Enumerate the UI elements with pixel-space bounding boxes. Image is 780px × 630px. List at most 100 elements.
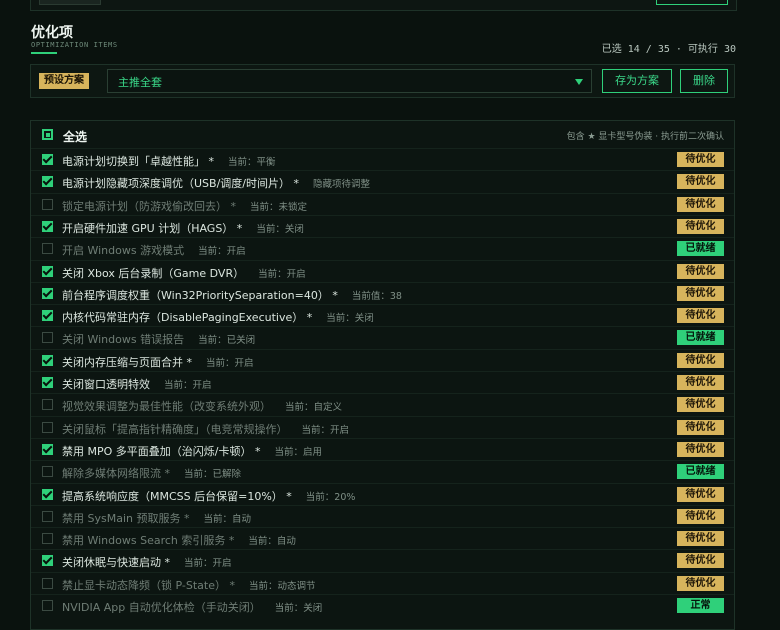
select-all-checkbox[interactable]	[42, 129, 53, 140]
item-label: 禁止显卡动态降频（锁 P-State） * 当前：动态调节	[62, 577, 316, 593]
list-item[interactable]: 禁用 MPO 多平面叠加（治闪烁/卡顿） * 当前：启用 待优化	[31, 437, 734, 461]
item-checkbox[interactable]	[42, 399, 53, 411]
item-checkbox[interactable]	[42, 198, 53, 210]
preset-label: 预设方案	[39, 73, 89, 89]
item-current-state: 当前：启用	[274, 446, 322, 458]
item-checkbox[interactable]	[42, 220, 53, 232]
item-checkbox[interactable]	[42, 466, 53, 478]
select-all-label[interactable]: 全选	[63, 128, 87, 145]
list-item[interactable]: 开启 Windows 游戏模式 当前：开启 已就绪	[31, 237, 734, 260]
list-item[interactable]: 关闭鼠标「提高指针精确度」（电竞常规操作） 当前：开启 待优化	[31, 415, 734, 439]
item-checkbox[interactable]	[42, 577, 53, 589]
item-current-state: 当前：开启	[198, 246, 246, 258]
status-badge: 待优化	[677, 531, 724, 547]
list-item[interactable]: 解除多媒体网络限流 * 当前：已解除 已就绪	[31, 460, 734, 483]
item-current-state: 当前：平衡	[228, 157, 276, 168]
list-item[interactable]: 关闭内存压缩与页面合并 * 当前：开启 待优化	[31, 348, 734, 372]
status-badge: 待优化	[677, 441, 724, 457]
list-item[interactable]: 电源计划隐藏项深度调优（USB/调度/时间片） * 隐藏项待调整 待优化	[31, 170, 734, 193]
item-name: 关闭鼠标「提高指针精确度」（电竞常规操作）	[62, 422, 288, 436]
item-checkbox[interactable]	[42, 600, 53, 611]
item-label: 禁用 MPO 多平面叠加（治闪烁/卡顿） * 当前：启用	[62, 443, 322, 459]
item-name: 解除多媒体网络限流 *	[62, 467, 170, 481]
item-name: 提高系统响应度（MMCSS 后台保留=10%） *	[62, 489, 292, 503]
item-label: 关闭窗口透明特效 当前：开启	[62, 376, 212, 392]
item-label: 关闭内存压缩与页面合并 * 当前：开启	[62, 354, 254, 370]
list-item[interactable]: 视觉效果调整为最佳性能（改变系统外观） 当前：自定义 待优化	[31, 393, 734, 416]
item-checkbox[interactable]	[42, 354, 53, 366]
item-checkbox[interactable]	[42, 488, 53, 500]
status-badge: 待优化	[677, 419, 724, 435]
item-current-state: 当前：开启	[164, 380, 212, 391]
item-checkbox[interactable]	[42, 332, 53, 344]
item-label: 禁用 SysMain 预取服务 * 当前：自动	[62, 510, 251, 526]
item-label: 内核代码常驻内存（DisablePagingExecutive） * 当前：关闭	[62, 309, 374, 325]
list-item[interactable]: 关闭 Xbox 后台录制（Game DVR） 当前：开启 待优化	[31, 259, 734, 283]
item-checkbox[interactable]	[42, 510, 53, 522]
item-checkbox[interactable]	[42, 265, 53, 277]
item-current-state: 当前：自动	[248, 536, 296, 548]
status-badge: 待优化	[677, 218, 724, 234]
item-checkbox[interactable]	[42, 421, 53, 433]
list-item[interactable]: 关闭窗口透明特效 当前：开启 待优化	[31, 371, 734, 394]
item-label: 电源计划隐藏项深度调优（USB/调度/时间片） * 隐藏项待调整	[62, 175, 370, 191]
list-item[interactable]: 前台程序调度权重（Win32PrioritySeparation=40） * 当前…	[31, 281, 734, 305]
status-badge: 待优化	[677, 397, 724, 413]
item-name: 关闭窗口透明特效	[62, 378, 150, 391]
list-item[interactable]: 关闭 Windows 错误报告 当前：已关闭 已就绪	[31, 326, 734, 349]
list-item[interactable]: 禁止显卡动态降频（锁 P-State） * 当前：动态调节 待优化	[31, 571, 734, 595]
item-checkbox[interactable]	[42, 377, 53, 388]
item-name: 关闭 Windows 错误报告	[62, 333, 185, 347]
item-checkbox[interactable]	[42, 287, 53, 299]
item-checkbox[interactable]	[42, 443, 53, 455]
item-checkbox[interactable]	[42, 243, 53, 255]
item-name: 禁用 SysMain 预取服务 *	[62, 511, 190, 525]
save-preset-button[interactable]: 存为方案	[602, 69, 672, 93]
item-label: NVIDIA App 自动优化体检（手动关闭） 当前：关闭	[62, 599, 322, 615]
item-current-state: 当前：已关闭	[198, 335, 256, 347]
status-badge: 待优化	[677, 174, 724, 190]
item-label: 电源计划切换到「卓越性能」 * 当前：平衡	[62, 153, 276, 169]
item-checkbox[interactable]	[42, 555, 53, 567]
delete-preset-button[interactable]: 删除	[680, 69, 728, 93]
item-checkbox[interactable]	[42, 176, 53, 188]
list-item[interactable]: 提高系统响应度（MMCSS 后台保留=10%） * 当前：20% 待优化	[31, 482, 734, 506]
item-label: 开启 Windows 游戏模式 当前：开启	[62, 242, 246, 258]
status-badge: 已就绪	[677, 241, 724, 257]
status-badge: 待优化	[677, 285, 724, 301]
status-badge: 正常	[677, 598, 724, 613]
item-current-state: 当前：20%	[305, 491, 356, 503]
preset-bar: 预设方案 主推全套 存为方案 删除	[30, 64, 735, 98]
list-item[interactable]: 电源计划切换到「卓越性能」 * 当前：平衡 待优化	[31, 148, 734, 171]
previous-panel-left-control	[39, 0, 101, 5]
item-checkbox[interactable]	[42, 154, 53, 165]
preset-select[interactable]: 主推全套	[107, 69, 592, 93]
status-badge: 待优化	[677, 196, 724, 212]
list-item[interactable]: 开启硬件加速 GPU 计划（HAGS） * 当前：关闭 待优化	[31, 214, 734, 238]
list-header: 全选 包含 ★ 显卡型号伪装 · 执行前二次确认	[31, 121, 734, 151]
list-item[interactable]: 禁用 SysMain 预取服务 * 当前：自动 待优化	[31, 504, 734, 528]
status-badge: 待优化	[677, 352, 724, 368]
item-current-state: 隐藏项待调整	[313, 179, 371, 191]
list-item[interactable]: 禁用 Windows Search 索引服务 * 当前：自动 待优化	[31, 527, 734, 550]
section-title: 优化项	[31, 25, 73, 41]
list-item[interactable]: 内核代码常驻内存（DisablePagingExecutive） * 当前：关闭 待…	[31, 304, 734, 327]
item-label: 视觉效果调整为最佳性能（改变系统外观） 当前：自定义	[62, 398, 342, 414]
item-name: 关闭 Xbox 后台录制（Game DVR）	[62, 266, 245, 280]
item-current-state: 当前值：38	[351, 290, 402, 302]
item-name: 视觉效果调整为最佳性能（改变系统外观）	[62, 400, 271, 414]
previous-panel-right-button[interactable]	[656, 0, 728, 5]
item-current-state: 当前：开启	[184, 558, 232, 570]
list-item[interactable]: NVIDIA App 自动优化体检（手动关闭） 当前：关闭 正常	[31, 594, 734, 617]
preset-select-value: 主推全套	[118, 76, 162, 89]
item-label: 关闭 Xbox 后台录制（Game DVR） 当前：开启	[62, 265, 306, 281]
item-checkbox[interactable]	[42, 533, 53, 545]
selection-stats: 已选 14 / 35 · 可执行 30	[601, 44, 736, 55]
item-checkbox[interactable]	[42, 310, 53, 322]
optimization-list: 全选 包含 ★ 显卡型号伪装 · 执行前二次确认 电源计划切换到「卓越性能」 *…	[30, 120, 735, 630]
list-item[interactable]: 关闭休眠与快速启动 * 当前：开启 待优化	[31, 549, 734, 572]
list-item[interactable]: 锁定电源计划（防游戏偷改回去） * 当前：未锁定 待优化	[31, 192, 734, 216]
item-current-state: 当前：开启	[206, 357, 254, 369]
item-label: 提高系统响应度（MMCSS 后台保留=10%） * 当前：20%	[62, 488, 355, 504]
status-badge: 已就绪	[677, 464, 724, 480]
